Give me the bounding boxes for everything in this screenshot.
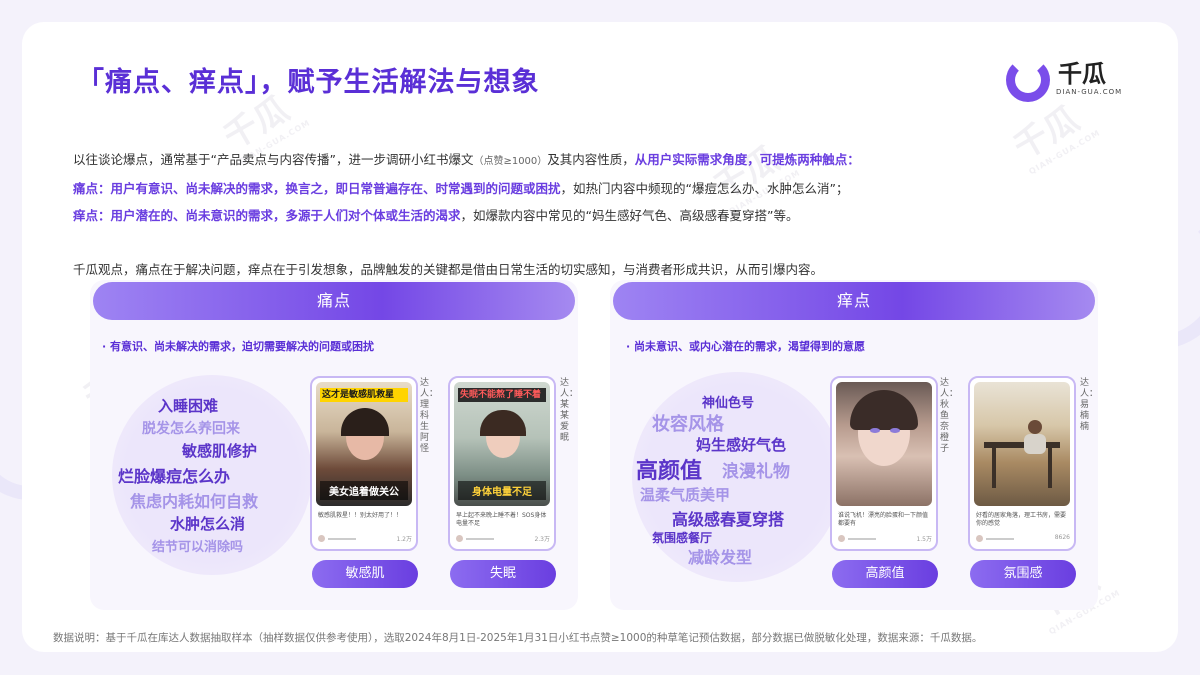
note-meta: 2.3万 <box>456 534 550 544</box>
note-caption: 早上起不来晚上睡不着！SOS身体电量不足 <box>456 512 547 527</box>
itch-panel: 痒点 · 尚未意识、或内心潜在的需求，渴望得到的意愿 神仙色号 妆容风格 妈生感… <box>610 280 1098 610</box>
itch-keyword: 高级感春夏穿搭 <box>672 510 785 529</box>
note-overlay-title: 这才是敏感肌救星 <box>320 388 408 402</box>
pain-keyword: 焦虑内耗如何自救 <box>130 492 259 511</box>
like-count: 1.2万 <box>396 536 412 543</box>
logo-name: 千瓜 <box>1058 60 1106 88</box>
like-count: 8626 <box>1054 534 1070 541</box>
like-count: 2.3万 <box>534 536 550 543</box>
note-image <box>836 382 932 506</box>
brand-logo: 千瓜 DIAN-GUA.COM <box>1006 52 1146 110</box>
note-image <box>974 382 1070 506</box>
note-meta: 1.2万 <box>318 534 412 544</box>
note-image: 失眠不能熬了睡不着 身体电量不足 <box>454 382 550 506</box>
tag-good-looks[interactable]: 高颜值 <box>832 560 938 588</box>
pain-keyword: 结节可以消除吗 <box>152 540 244 555</box>
note-overlay-title: 失眠不能熬了睡不着 <box>458 388 546 402</box>
itch-keyword: 减龄发型 <box>688 548 753 567</box>
intro-line-itch: 痒点：用户潜在的、尚未意识的需求，多源于人们对个体或生活的渴求，如爆款内容中常见… <box>73 208 799 223</box>
note-caption: 谁说飞机！漂亮的脸蛋和一下颜值都要有 <box>838 512 929 527</box>
note-overlay-bottom: 身体电量不足 <box>458 481 546 500</box>
avatar <box>838 535 845 542</box>
like-count: 1.5万 <box>916 536 932 543</box>
itch-keyword: 妆容风格 <box>652 414 724 435</box>
intro-line-pain: 痛点：用户有意识、尚未解决的需求，换言之，即日常普遍存在、时常遇到的问题或困扰，… <box>73 181 849 196</box>
pain-subtitle: · 有意识、尚未解决的需求，迫切需要解决的问题或困扰 <box>102 340 375 353</box>
note-caption: 好看的居家角落，理工书房，需要你的感觉 <box>976 512 1067 527</box>
note-card[interactable]: 这才是敏感肌救星 美女追着做关公 敏感肌救星！！别太好用了！！ 1.2万 <box>310 376 418 551</box>
creator-label: 达人：秋鱼奈橙子 <box>940 378 959 454</box>
data-footnote: 数据说明：基于千瓜在库达人数据抽取样本（抽样数据仅供参考使用），选取2024年8… <box>53 632 983 644</box>
itch-keyword: 妈生感好气色 <box>696 436 787 454</box>
itch-keyword: 浪漫礼物 <box>722 462 790 482</box>
logo-mark-icon <box>1006 58 1050 102</box>
pain-keyword: 敏感肌修护 <box>182 442 258 460</box>
avatar <box>976 535 983 542</box>
note-meta: 8626 <box>976 534 1070 544</box>
creator-label: 达人：理科生阿怪 <box>420 378 439 454</box>
itch-keyword: 温柔气质美甲 <box>640 486 731 504</box>
page-title: 「痛点、痒点」，赋予生活解法与想象 <box>77 67 540 98</box>
intro-line-1: 以往谈论爆点，通常基于“产品卖点与内容传播”，进一步调研小红书爆文（点赞≥100… <box>73 152 860 167</box>
slide: 千瓜 QIAN-GUA.COM 千瓜 QIAN-GUA.COM 千瓜 QIAN-GUA… <box>22 22 1178 652</box>
itch-keyword: 高颜值 <box>636 459 703 484</box>
creator-label: 达人：某某爱眠 <box>560 378 579 443</box>
pain-keyword: 水肿怎么消 <box>170 515 246 533</box>
pain-header: 痛点 <box>93 282 575 320</box>
logo-url: DIAN-GUA.COM <box>1056 88 1123 96</box>
note-meta: 1.5万 <box>838 534 932 544</box>
avatar <box>318 535 325 542</box>
note-overlay-bottom: 美女追着做关公 <box>320 481 408 500</box>
note-image: 这才是敏感肌救星 美女追着做关公 <box>316 382 412 506</box>
itch-header: 痒点 <box>613 282 1095 320</box>
pain-keyword: 脱发怎么养回来 <box>142 421 240 437</box>
note-caption: 敏感肌救星！！别太好用了！！ <box>318 512 403 519</box>
pain-panel: 痛点 · 有意识、尚未解决的需求，迫切需要解决的问题或困扰 入睡困难 脱发怎么养… <box>90 280 578 610</box>
tag-atmosphere[interactable]: 氛围感 <box>970 560 1076 588</box>
note-card[interactable]: 好看的居家角落，理工书房，需要你的感觉 8626 <box>968 376 1076 551</box>
avatar <box>456 535 463 542</box>
creator-label: 达人：易楠楠 <box>1080 378 1099 432</box>
pain-keyword: 烂脸爆痘怎么办 <box>118 467 231 486</box>
note-card[interactable]: 失眠不能熬了睡不着 身体电量不足 早上起不来晚上睡不着！SOS身体电量不足 2.… <box>448 376 556 551</box>
intro-line-view: 千瓜观点，痛点在于解决问题，痒点在于引发想象，品牌触发的关键都是借由日常生活的切… <box>73 262 824 277</box>
itch-subtitle: · 尚未意识、或内心潜在的需求，渴望得到的意愿 <box>626 340 866 353</box>
intro-text: 以往谈论爆点，通常基于“产品卖点与内容传播”，进一步调研小红书爆文（点赞≥100… <box>73 146 1133 283</box>
tag-sensitive-skin[interactable]: 敏感肌 <box>312 560 418 588</box>
pain-keyword: 入睡困难 <box>158 397 219 415</box>
itch-keyword: 神仙色号 <box>702 396 755 411</box>
tag-insomnia[interactable]: 失眠 <box>450 560 556 588</box>
note-card[interactable]: 谁说飞机！漂亮的脸蛋和一下颜值都要有 1.5万 <box>830 376 938 551</box>
